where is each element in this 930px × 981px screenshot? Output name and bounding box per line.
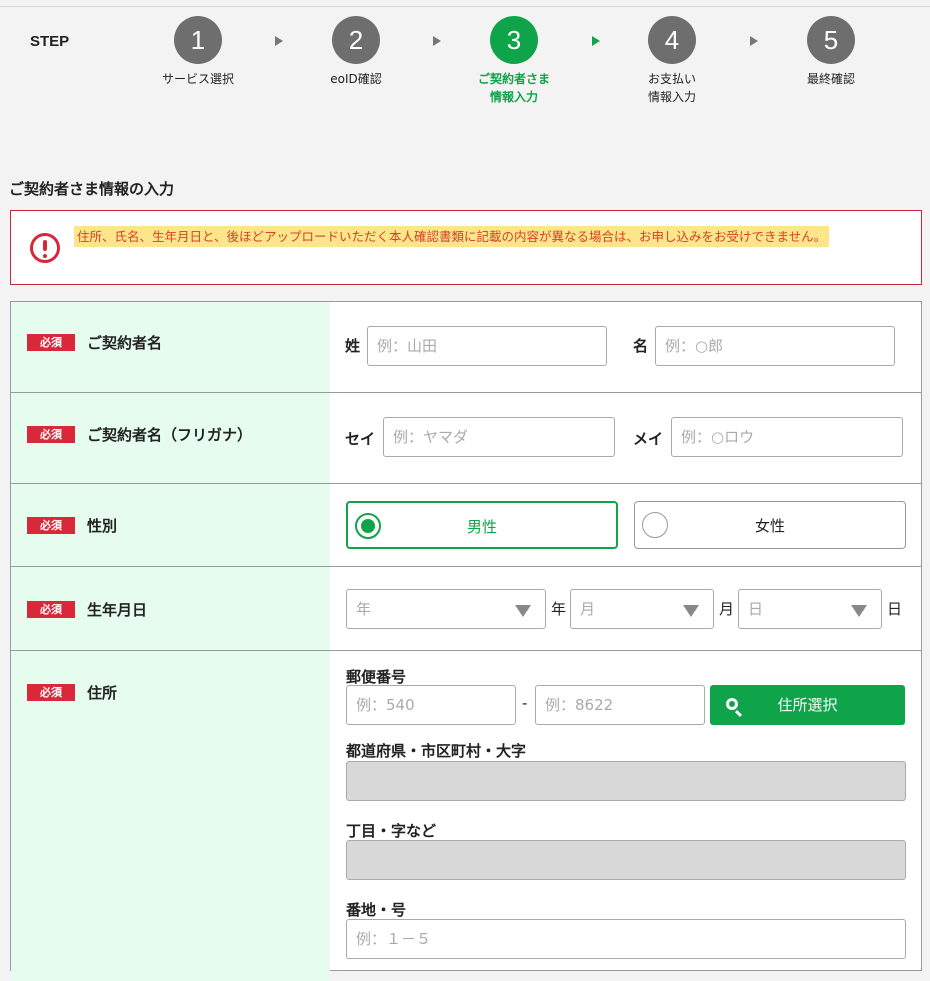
form-row-gender: 必須 性別 男性 女性 bbox=[11, 484, 921, 567]
birth-month-select[interactable]: 月 bbox=[570, 589, 714, 629]
step-number: 2 bbox=[332, 16, 380, 64]
step-1: 1 サービス選択 bbox=[138, 16, 258, 88]
alert-message-text: 住所、氏名、生年月日と、後ほどアップロードいただく本人確認書類に記載の内容が異な… bbox=[77, 229, 827, 244]
step-label: eoID確認 bbox=[330, 72, 382, 86]
step-label: ご契約者さま 情報入力 bbox=[477, 72, 550, 104]
last-name-label: 姓 bbox=[345, 337, 361, 355]
postal-code-1-input[interactable]: 例：540 bbox=[346, 685, 516, 725]
step-arrow-icon bbox=[433, 36, 441, 46]
step-number: 5 bbox=[807, 16, 855, 64]
required-badge: 必須 bbox=[27, 426, 75, 443]
step-2: 2 eoID確認 bbox=[296, 16, 416, 88]
prefecture-city-label: 都道府県・市区町村・大字 bbox=[346, 742, 527, 760]
step-number: 3 bbox=[490, 16, 538, 64]
top-divider bbox=[0, 6, 930, 7]
row-label-cell: 必須 生年月日 bbox=[11, 567, 330, 650]
banchi-input[interactable]: 例：１－５ bbox=[346, 919, 906, 959]
step-4: 4 お支払い 情報入力 bbox=[612, 16, 732, 106]
chome-field[interactable] bbox=[346, 840, 906, 880]
day-unit: 日 bbox=[887, 600, 903, 618]
field-label: ご契約者名 bbox=[87, 334, 163, 352]
first-name-label: 名 bbox=[633, 337, 649, 355]
option-label: 女性 bbox=[754, 517, 785, 535]
step-label: お支払い 情報入力 bbox=[647, 72, 696, 104]
select-placeholder: 月 bbox=[580, 600, 596, 618]
year-unit: 年 bbox=[551, 600, 567, 618]
required-badge: 必須 bbox=[27, 517, 75, 534]
address-search-button[interactable]: 住所選択 bbox=[710, 685, 905, 725]
field-label: 性別 bbox=[87, 517, 118, 535]
row-label-cell: 必須 住所 bbox=[11, 651, 330, 981]
alert-message: 住所、氏名、生年月日と、後ほどアップロードいただく本人確認書類に記載の内容が異な… bbox=[77, 229, 907, 245]
dropdown-caret-icon bbox=[683, 605, 699, 617]
postal-separator: - bbox=[522, 694, 528, 712]
button-label: 住所選択 bbox=[777, 696, 838, 714]
required-badge: 必須 bbox=[27, 684, 75, 701]
first-name-input[interactable]: 例：○郎 bbox=[655, 326, 895, 366]
row-label-cell: 必須 ご契約者名 bbox=[11, 302, 330, 392]
birth-day-select[interactable]: 日 bbox=[738, 589, 882, 629]
dropdown-caret-icon bbox=[515, 605, 531, 617]
step-arrow-icon bbox=[275, 36, 283, 46]
step-arrow-icon bbox=[592, 36, 600, 46]
form-row-kana: 必須 ご契約者名（フリガナ） セイ 例：ヤマダ メイ 例：○ロウ bbox=[11, 393, 921, 484]
page-title: ご契約者さま情報の入力 bbox=[9, 180, 175, 198]
gender-option-male[interactable]: 男性 bbox=[346, 501, 618, 549]
gender-option-female[interactable]: 女性 bbox=[634, 501, 906, 549]
month-unit: 月 bbox=[719, 600, 735, 618]
step-number: 1 bbox=[174, 16, 222, 64]
step-label: サービス選択 bbox=[161, 72, 234, 86]
option-label: 男性 bbox=[466, 518, 497, 536]
row-label-cell: 必須 性別 bbox=[11, 484, 330, 566]
last-kana-label: セイ bbox=[345, 430, 376, 448]
select-placeholder: 日 bbox=[748, 600, 764, 618]
banchi-label: 番地・号 bbox=[346, 901, 407, 919]
exclamation-circle-icon bbox=[30, 233, 60, 263]
field-label: 住所 bbox=[87, 684, 118, 702]
postal-code-label: 郵便番号 bbox=[346, 668, 407, 686]
select-placeholder: 年 bbox=[356, 600, 372, 618]
step-5: 5 最終確認 bbox=[771, 16, 891, 88]
first-kana-input[interactable]: 例：○ロウ bbox=[671, 417, 903, 457]
step-label: 最終確認 bbox=[806, 72, 855, 86]
dropdown-caret-icon bbox=[851, 605, 867, 617]
step-heading: STEP bbox=[30, 33, 70, 50]
chome-label: 丁目・字など bbox=[346, 822, 437, 840]
contract-form: 必須 ご契約者名 姓 例：山田 名 例：○郎 必須 ご契約者名（フリガナ） セイ… bbox=[10, 301, 922, 981]
birth-year-select[interactable]: 年 bbox=[346, 589, 546, 629]
last-kana-input[interactable]: 例：ヤマダ bbox=[383, 417, 615, 457]
row-label-cell: 必須 ご契約者名（フリガナ） bbox=[11, 393, 330, 483]
field-label: ご契約者名（フリガナ） bbox=[87, 426, 253, 444]
last-name-input[interactable]: 例：山田 bbox=[367, 326, 607, 366]
required-badge: 必須 bbox=[27, 601, 75, 618]
first-kana-label: メイ bbox=[633, 430, 664, 448]
form-row-name: 必須 ご契約者名 姓 例：山田 名 例：○郎 bbox=[11, 302, 921, 393]
step-number: 4 bbox=[648, 16, 696, 64]
required-badge: 必須 bbox=[27, 334, 75, 351]
prefecture-city-field[interactable] bbox=[346, 761, 906, 801]
step-3: 3 ご契約者さま 情報入力 bbox=[454, 16, 574, 106]
postal-code-2-input[interactable]: 例：8622 bbox=[535, 685, 705, 725]
search-icon bbox=[726, 698, 738, 710]
field-label: 生年月日 bbox=[87, 601, 148, 619]
warning-alert: 住所、氏名、生年月日と、後ほどアップロードいただく本人確認書類に記載の内容が異な… bbox=[10, 210, 922, 285]
step-arrow-icon bbox=[750, 36, 758, 46]
form-row-birthdate: 必須 生年月日 年 年 月 月 日 日 bbox=[11, 567, 921, 651]
